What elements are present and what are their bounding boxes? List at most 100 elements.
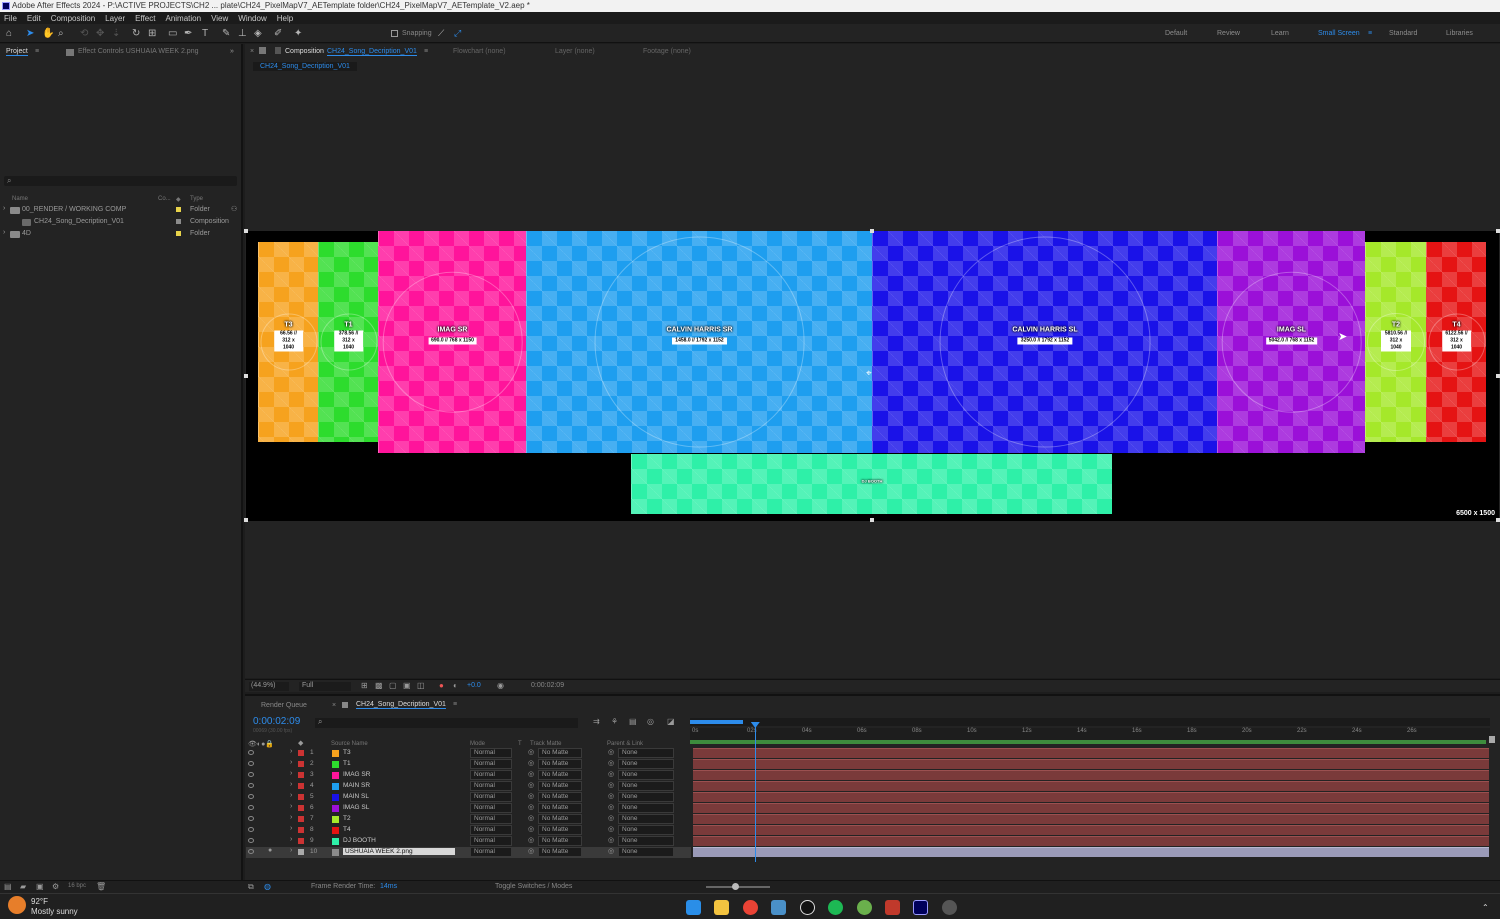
expand-arrow-icon[interactable]: › <box>290 803 292 810</box>
track-matte-pickwhip-icon[interactable]: ◎ <box>528 781 534 789</box>
playhead[interactable] <box>750 722 760 862</box>
parent-dropdown[interactable]: None <box>618 770 674 780</box>
parent-pickwhip-icon[interactable]: ◎ <box>608 825 614 833</box>
effect-controls-lock-icon[interactable] <box>66 49 74 56</box>
transform-handle[interactable] <box>870 229 874 233</box>
blend-mode-dropdown[interactable]: Normal <box>470 814 512 824</box>
parent-pickwhip-icon[interactable]: ◎ <box>608 748 614 756</box>
screen-calvin-harris-sl[interactable]: CALVIN HARRIS SL 3250.0 // 1792 x 1152 <box>872 231 1217 453</box>
layer-duration-bar[interactable] <box>693 836 1489 846</box>
comp-lock-icon[interactable] <box>275 47 281 54</box>
label-color-swatch[interactable] <box>298 805 304 811</box>
expand-arrow-icon[interactable]: › <box>3 229 5 236</box>
workspace-menu-icon[interactable]: ≡ <box>1368 30 1372 37</box>
menu-view[interactable]: View <box>211 14 228 23</box>
track-matte-dropdown[interactable]: No Matte <box>538 814 582 824</box>
tab-footage[interactable]: Footage (none) <box>643 48 691 55</box>
eye-icon[interactable] <box>248 761 254 766</box>
tab-layer[interactable]: Layer (none) <box>555 48 595 55</box>
spotify-icon[interactable] <box>828 900 843 915</box>
menu-effect[interactable]: Effect <box>135 14 155 23</box>
eye-icon[interactable] <box>248 816 254 821</box>
selection-tool-icon[interactable]: ➤ <box>26 28 34 39</box>
eye-icon[interactable] <box>248 838 254 843</box>
label-color-swatch[interactable] <box>298 838 304 844</box>
project-item[interactable]: › 4D Folder <box>0 228 241 240</box>
color-channel-icon[interactable]: ● <box>439 681 444 690</box>
snapshot-icon[interactable]: ◉ <box>497 681 504 690</box>
layer-row[interactable]: › 7 T2 Normal ◎ No Matte ◎ None <box>246 814 691 825</box>
expand-arrow-icon[interactable]: › <box>290 781 292 788</box>
layer-name[interactable]: T2 <box>343 815 351 822</box>
channel-icon[interactable]: ◫ <box>417 681 425 690</box>
dolly-tool-icon[interactable]: ⇣ <box>112 28 120 39</box>
graph-editor-icon[interactable]: ◪ <box>667 717 675 726</box>
comp-panel-menu-icon[interactable]: ≡ <box>424 48 428 55</box>
layer-row[interactable]: › 8 T4 Normal ◎ No Matte ◎ None <box>246 825 691 836</box>
label-color-swatch[interactable] <box>176 207 181 212</box>
column-mode[interactable]: Mode <box>470 741 485 747</box>
lock-icon[interactable] <box>259 47 266 54</box>
zoom-slider-thumb[interactable] <box>732 883 739 890</box>
layer-duration-bar[interactable] <box>693 847 1489 857</box>
puppet-tool-icon[interactable]: ✦ <box>294 28 302 39</box>
label-color-swatch[interactable] <box>298 827 304 833</box>
exposure-value[interactable]: +0.0 <box>467 682 481 689</box>
menu-composition[interactable]: Composition <box>51 14 95 23</box>
bit-depth[interactable]: 16 bpc <box>68 883 86 889</box>
layer-name[interactable]: MAIN SL <box>343 793 369 800</box>
panel-menu-icon[interactable]: ≡ <box>35 48 39 55</box>
project-item[interactable]: › 00_RENDER / WORKING COMP Folder ⚇ <box>0 204 241 216</box>
menu-window[interactable]: Window <box>238 14 266 23</box>
parent-dropdown[interactable]: None <box>618 748 674 758</box>
layer-name[interactable]: IMAG SR <box>343 771 370 778</box>
transform-handle[interactable] <box>870 518 874 522</box>
unreal-engine-icon[interactable] <box>800 900 815 915</box>
tab-timeline-comp[interactable]: CH24_Song_Decription_V01 <box>356 701 446 709</box>
layer-name[interactable]: DJ BOOTH <box>343 837 376 844</box>
timeline-timecode[interactable]: 0:00:02:09 <box>253 716 300 727</box>
parent-dropdown[interactable]: None <box>618 781 674 791</box>
track-matte-dropdown[interactable]: No Matte <box>538 759 582 769</box>
column-track-matte[interactable]: Track Matte <box>530 741 561 747</box>
work-area-bar[interactable] <box>690 740 1486 744</box>
label-color-swatch[interactable] <box>298 849 304 855</box>
column-source-name[interactable]: Source Name <box>331 741 368 747</box>
parent-dropdown[interactable]: None <box>618 836 674 846</box>
track-matte-dropdown[interactable]: No Matte <box>538 825 582 835</box>
snapping-checkbox[interactable] <box>391 30 398 37</box>
timeline-zoom-navigator[interactable] <box>690 718 1490 726</box>
time-navigator-end-icon[interactable] <box>1489 736 1495 743</box>
roto-brush-tool-icon[interactable]: ✐ <box>274 28 282 39</box>
blend-mode-dropdown[interactable]: Normal <box>470 781 512 791</box>
orbit-tool-icon[interactable]: ⟲ <box>80 28 88 39</box>
parent-pickwhip-icon[interactable]: ◎ <box>608 759 614 767</box>
composition-canvas[interactable]: T3 66.56 // 312 x 1040 T1 378.56 // 312 x 1… <box>246 231 1499 521</box>
parent-dropdown[interactable]: None <box>618 803 674 813</box>
track-matte-pickwhip-icon[interactable]: ◎ <box>528 792 534 800</box>
workspace-libraries[interactable]: Libraries <box>1446 30 1473 37</box>
track-matte-pickwhip-icon[interactable]: ◎ <box>528 825 534 833</box>
parent-dropdown[interactable]: None <box>618 847 674 857</box>
eye-icon[interactable] <box>248 849 254 854</box>
tab-effect-controls[interactable]: Effect Controls USHUAIA WEEK 2.png <box>78 48 198 55</box>
home-icon[interactable]: ⌂ <box>6 28 12 39</box>
parent-pickwhip-icon[interactable]: ◎ <box>608 847 614 855</box>
file-explorer-icon[interactable] <box>714 900 729 915</box>
transform-handle[interactable] <box>244 229 248 233</box>
screen-t3[interactable]: T3 66.56 // 312 x 1040 <box>258 242 318 442</box>
expand-arrow-icon[interactable]: › <box>290 770 292 777</box>
expand-arrow-icon[interactable]: › <box>290 847 292 854</box>
expand-arrow-icon[interactable]: › <box>3 205 5 212</box>
layer-duration-bar[interactable] <box>693 792 1489 802</box>
toggle-switches-modes[interactable]: Toggle Switches / Modes <box>495 883 572 890</box>
layer-name[interactable]: T4 <box>343 826 351 833</box>
blend-mode-dropdown[interactable]: Normal <box>470 803 512 813</box>
comp-breadcrumb[interactable]: CH24_Song_Decription_V01 <box>253 62 357 71</box>
zoom-dropdown[interactable]: (44.9%) <box>249 682 289 691</box>
layer-name[interactable]: MAIN SR <box>343 782 370 789</box>
menu-animation[interactable]: Animation <box>165 14 201 23</box>
label-color-swatch[interactable] <box>298 794 304 800</box>
parent-pickwhip-icon[interactable]: ◎ <box>608 781 614 789</box>
track-matte-pickwhip-icon[interactable]: ◎ <box>528 770 534 778</box>
